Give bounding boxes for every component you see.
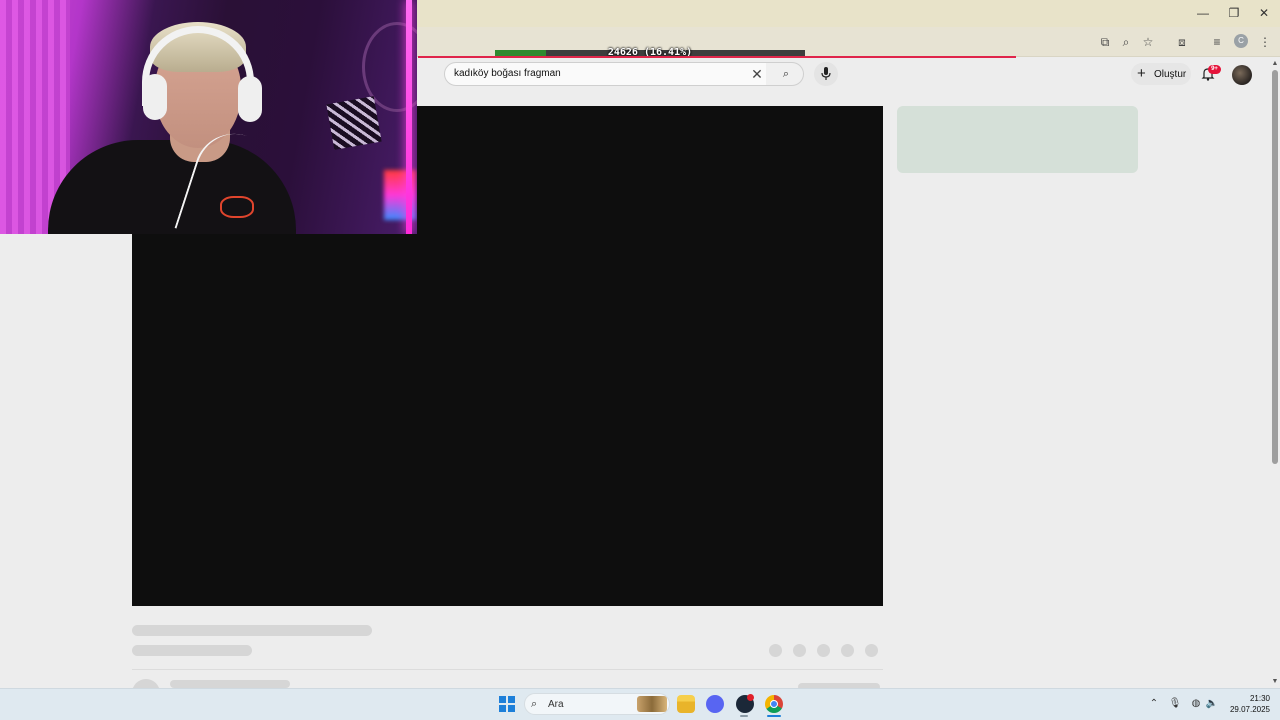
microphone-icon[interactable] (820, 67, 832, 81)
search-icon[interactable]: ⌕ (778, 66, 794, 82)
install-app-icon[interactable]: ⧉ (1097, 34, 1113, 50)
network-globe-icon[interactable]: ◍ (1189, 697, 1203, 711)
maximize-icon[interactable]: ❐ (1227, 6, 1241, 20)
webcam-headset-cup (238, 76, 262, 122)
webcam-overlay (0, 0, 417, 234)
action-placeholder (817, 644, 830, 657)
webcam-neon-strip (406, 0, 412, 234)
webcam-headset-cup (143, 74, 167, 120)
bookmark-star-icon[interactable]: ☆ (1140, 34, 1156, 50)
action-placeholder (841, 644, 854, 657)
running-indicator (740, 715, 748, 717)
zoom-icon[interactable]: ⌕ (1118, 34, 1134, 50)
media-control-icon[interactable]: ≡ (1209, 34, 1225, 50)
minimize-icon[interactable]: — (1196, 6, 1210, 20)
volume-icon[interactable]: 🔈 (1205, 697, 1219, 711)
divider (132, 669, 883, 670)
chrome-icon-center (770, 700, 778, 708)
taskbar-clock-date[interactable]: 29.07.2025 (1222, 705, 1270, 714)
browser-profile-icon[interactable]: C (1234, 34, 1248, 48)
page-loading-bar (418, 56, 1016, 58)
meta-placeholder (132, 645, 252, 656)
discord-icon[interactable] (706, 695, 724, 713)
microphone-tray-icon[interactable]: 🎙 (1168, 697, 1182, 711)
user-avatar[interactable] (1232, 65, 1252, 85)
notification-count-badge: 9+ (1208, 65, 1221, 74)
clear-search-icon[interactable]: ✕ (749, 66, 765, 82)
webcam-pillow (326, 96, 382, 150)
channel-name-placeholder (170, 680, 290, 688)
plus-icon: + (1137, 65, 1146, 82)
tray-overflow-chevron-icon[interactable]: ⌃ (1147, 697, 1161, 711)
windows-start-icon[interactable] (499, 696, 515, 712)
scroll-down-icon[interactable]: ▼ (1271, 678, 1279, 686)
taskbar-search-placeholder[interactable]: Ara (548, 699, 564, 710)
action-placeholder (793, 644, 806, 657)
extensions-icon[interactable]: ⧈ (1174, 34, 1190, 50)
scroll-up-icon[interactable]: ▲ (1271, 60, 1279, 68)
taskbar-clock-time[interactable]: 21:30 (1236, 694, 1270, 703)
steam-notification-badge (747, 694, 754, 701)
search-input-value[interactable]: kadıköy boğası fragman (454, 68, 561, 79)
close-icon[interactable]: ✕ (1257, 6, 1271, 20)
title-placeholder (132, 625, 372, 636)
file-explorer-icon[interactable] (677, 695, 695, 713)
taskbar-search-icon: ⌕ (531, 698, 538, 710)
search-highlight-image[interactable] (637, 696, 667, 712)
browser-menu-icon[interactable]: ⋮ (1257, 34, 1273, 50)
action-placeholder (865, 644, 878, 657)
active-app-indicator (767, 715, 781, 717)
create-button-label: Oluştur (1154, 69, 1187, 80)
sidebar-placeholder (897, 106, 1138, 173)
action-placeholder (769, 644, 782, 657)
scrollbar-thumb[interactable] (1272, 70, 1278, 464)
